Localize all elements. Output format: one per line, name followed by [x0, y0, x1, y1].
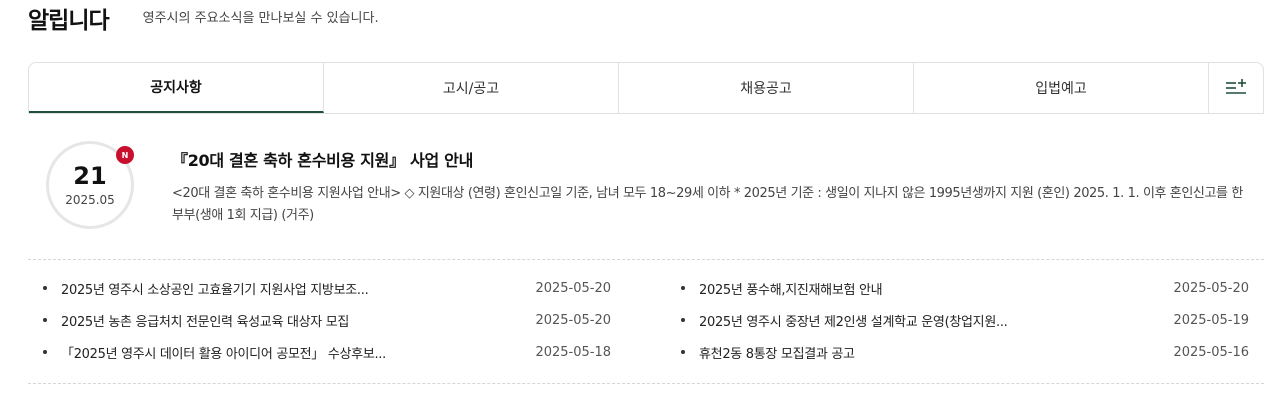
list-item-date: 2025-05-20 [535, 280, 611, 296]
tab-announcement[interactable]: 고시/공고 [324, 63, 619, 113]
new-badge: N [116, 146, 134, 164]
list-item-date: 2025-05-19 [1173, 312, 1249, 328]
tab-legislation[interactable]: 입법예고 [914, 63, 1209, 113]
bullet-icon [43, 350, 47, 354]
bullet-icon [681, 318, 685, 322]
date-year-month: 2025.05 [65, 193, 115, 207]
bullet-icon [43, 286, 47, 290]
list-item[interactable]: 「2025년 영주시 데이터 활용 아이디어 공모전」 수상후보... 2025… [43, 336, 623, 368]
page-title: 알립니다 [28, 8, 110, 34]
bullet-icon [681, 350, 685, 354]
bullet-icon [681, 286, 685, 290]
date-day: 21 [73, 162, 107, 190]
list-item[interactable]: 휴천2동 8통장 모집결과 공고 2025-05-16 [681, 336, 1261, 368]
notice-list-left: 2025년 영주시 소상공인 고효율기기 지원사업 지방보조... 2025-0… [43, 272, 623, 368]
tab-notice[interactable]: 공지사항 [29, 63, 324, 113]
featured-summary: <20대 결혼 축하 혼수비용 지원사업 안내> ◇ 지원대상 (연령) 혼인신… [172, 186, 1243, 223]
tab-recruitment[interactable]: 채용공고 [619, 63, 914, 113]
more-button[interactable] [1209, 63, 1263, 113]
list-item[interactable]: 2025년 풍수해,지진재해보험 안내 2025-05-20 [681, 272, 1261, 304]
list-item-date: 2025-05-18 [535, 344, 611, 360]
list-item-date: 2025-05-16 [1173, 344, 1249, 360]
divider [28, 383, 1264, 384]
notice-list-right: 2025년 풍수해,지진재해보험 안내 2025-05-20 2025년 영주시… [681, 272, 1261, 368]
section-header: 알립니다 영주시의 주요소식을 만나보실 수 있습니다. [28, 2, 379, 34]
menu-plus-icon [1226, 79, 1246, 94]
featured-notice[interactable]: 21 2025.05 N 『20대 결혼 축하 혼수비용 지원』 사업 안내 <… [28, 115, 1264, 260]
featured-title[interactable]: 『20대 결혼 축하 혼수비용 지원』 사업 안내 [172, 147, 473, 171]
list-item-date: 2025-05-20 [1173, 280, 1249, 296]
list-item[interactable]: 2025년 영주시 중장년 제2인생 설계학교 운영(창업지원... 2025-… [681, 304, 1261, 336]
list-item-date: 2025-05-20 [535, 312, 611, 328]
tab-bar: 공지사항 고시/공고 채용공고 입법예고 [28, 62, 1264, 114]
list-item[interactable]: 2025년 농촌 응급처치 전문인력 육성교육 대상자 모집 2025-05-2… [43, 304, 623, 336]
bullet-icon [43, 318, 47, 322]
page-subtitle: 영주시의 주요소식을 만나보실 수 있습니다. [142, 11, 379, 26]
list-item[interactable]: 2025년 영주시 소상공인 고효율기기 지원사업 지방보조... 2025-0… [43, 272, 623, 304]
